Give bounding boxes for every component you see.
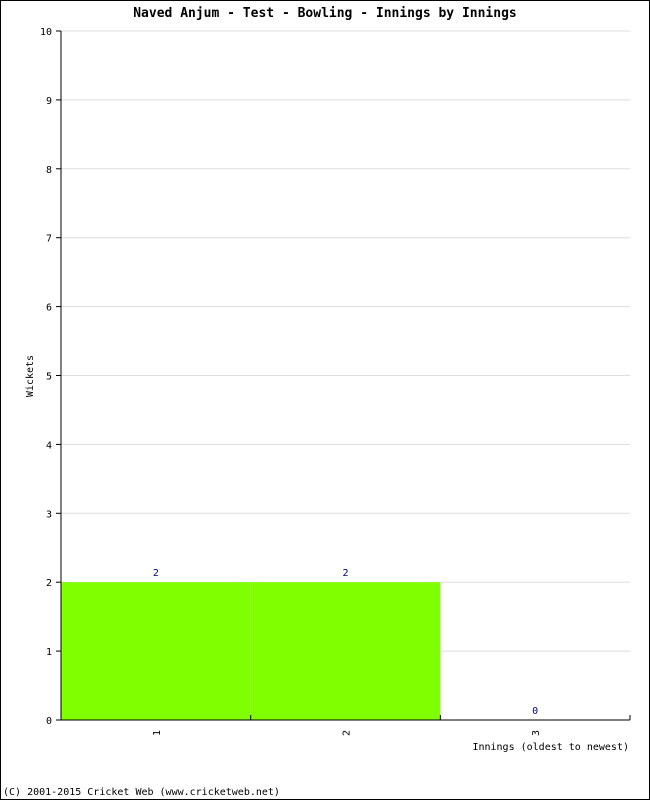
y-axis-label: Wickets [25, 355, 36, 397]
x-axis-label: Innings (oldest to newest) [472, 742, 629, 753]
x-tick-label: 3 [531, 730, 542, 736]
x-tick-labels: 1 2 3 [152, 730, 542, 736]
data-label: 2 [342, 568, 348, 579]
x-tick-label: 1 [152, 730, 163, 736]
y-tick-label: 7 [46, 234, 52, 245]
bar [250, 582, 441, 720]
y-tick-label: 2 [46, 578, 52, 589]
y-tick-label: 1 [46, 647, 52, 658]
bar-chart: Naved Anjum - Test - Bowling - Innings b… [3, 6, 631, 798]
grid-lines [61, 30, 630, 652]
y-tick-label: 6 [46, 303, 52, 314]
data-label: 2 [153, 568, 159, 579]
y-tick-label: 3 [46, 509, 52, 520]
y-tick-label: 5 [46, 372, 52, 383]
y-tick-label: 10 [40, 27, 52, 38]
chart-title: Naved Anjum - Test - Bowling - Innings b… [133, 6, 517, 21]
data-label: 0 [532, 706, 538, 717]
x-tick-label: 2 [342, 730, 353, 736]
y-tick-label: 8 [46, 165, 52, 176]
y-tick-label: 0 [46, 716, 52, 727]
copyright-footer: (C) 2001-2015 Cricket Web (www.cricketwe… [3, 787, 280, 798]
bar [61, 582, 251, 720]
bars [61, 582, 441, 720]
y-tick-label: 4 [46, 440, 52, 451]
y-tick-label: 9 [46, 96, 52, 107]
y-tick-labels: 0 1 2 3 4 5 6 7 8 9 10 [40, 27, 52, 727]
